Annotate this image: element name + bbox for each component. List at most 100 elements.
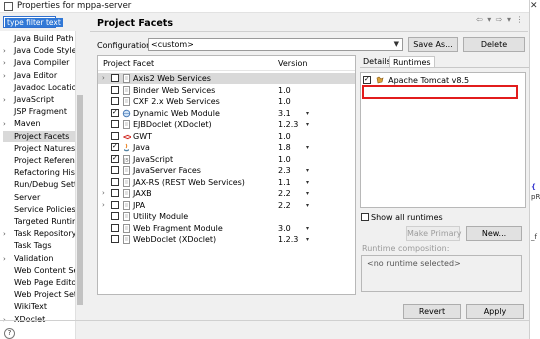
chevron-right-icon[interactable]: › xyxy=(102,188,105,199)
sidebar-item[interactable]: Java Build Path xyxy=(3,33,75,44)
facet-checkbox[interactable] xyxy=(111,223,119,232)
sidebar-item[interactable]: Server xyxy=(3,192,75,203)
facet-version[interactable]: 3.0 xyxy=(278,223,291,234)
facet-checkbox[interactable] xyxy=(111,85,119,94)
facet-version[interactable]: 1.1 xyxy=(278,177,291,188)
configuration-combo[interactable]: <custom> ▼ xyxy=(148,38,403,51)
sidebar-item[interactable]: › Maven xyxy=(3,118,75,129)
chevron-down-icon[interactable]: ▾ xyxy=(306,234,309,245)
facet-checkbox[interactable] xyxy=(111,120,119,128)
filter-input[interactable]: type filter text xyxy=(3,16,63,28)
sidebar-item[interactable]: Service Policies xyxy=(3,204,75,215)
chevron-down-icon[interactable]: ▾ xyxy=(306,188,309,199)
make-primary-button[interactable]: Make Primary xyxy=(406,226,462,241)
sidebar-item[interactable]: › Validation xyxy=(3,253,75,264)
sidebar-item[interactable]: JSP Fragment xyxy=(3,106,75,117)
facet-row[interactable]: › Axis2 Web Services xyxy=(98,73,355,84)
delete-button[interactable]: Delete xyxy=(463,37,525,52)
runtime-checkbox[interactable] xyxy=(363,74,371,84)
facet-row[interactable]: < > GWT 1.0 xyxy=(98,131,355,142)
chevron-right-icon[interactable]: › xyxy=(3,254,14,264)
facet-row[interactable]: › JPA 2.2 ▾ xyxy=(98,200,355,211)
chevron-right-icon[interactable]: › xyxy=(3,58,14,68)
facet-version[interactable]: 1.8 xyxy=(278,142,291,153)
sidebar-item[interactable]: Targeted Runtimes xyxy=(3,216,75,227)
show-all-runtimes-checkbox[interactable]: Show all runtimes xyxy=(361,213,443,222)
facet-row[interactable]: Dynamic Web Module 3.1 ▾ xyxy=(98,107,355,119)
facet-checkbox[interactable] xyxy=(111,235,119,243)
facet-version[interactable]: 2.3 xyxy=(278,165,291,176)
sidebar-item[interactable]: › JavaScript xyxy=(3,94,75,105)
facet-version[interactable]: 2.2 xyxy=(278,200,291,211)
sidebar-item[interactable]: Project References xyxy=(3,155,75,166)
facet-checkbox[interactable] xyxy=(111,189,119,197)
sidebar-item[interactable]: › Java Compiler xyxy=(3,57,75,68)
facet-row[interactable]: Utility Module xyxy=(98,211,355,222)
chevron-down-icon[interactable]: ▾ xyxy=(306,223,309,234)
facet-row[interactable]: JavaServer Faces 2.3 ▾ xyxy=(98,165,355,176)
sidebar-item[interactable]: Project Natures xyxy=(3,143,75,154)
property-page-tree[interactable]: Java Build Path › Java Code Style › Java Com… xyxy=(0,31,78,339)
sidebar-item[interactable]: Web Page Editor xyxy=(3,277,75,288)
facet-checkbox[interactable] xyxy=(111,212,119,220)
save-as-button[interactable]: Save As... xyxy=(408,37,458,52)
facet-row[interactable]: JS JavaScript 1.0 xyxy=(98,153,355,165)
facet-row[interactable]: EJBDoclet (XDoclet) 1.2.3 ▾ xyxy=(98,119,355,130)
chevron-right-icon[interactable]: › xyxy=(102,200,105,211)
facet-version[interactable]: 1.2.3 xyxy=(278,234,298,245)
chevron-down-icon[interactable]: ▾ xyxy=(306,165,309,176)
facet-row[interactable]: WebDoclet (XDoclet) 1.2.3 ▾ xyxy=(98,234,355,245)
chevron-right-icon[interactable]: › xyxy=(3,46,14,56)
chevron-right-icon[interactable]: › xyxy=(102,73,105,84)
chevron-down-icon[interactable]: ▾ xyxy=(306,177,309,188)
navigation-arrows-icon[interactable]: ⇦ ▾ ⇨ ▾ ⋮ xyxy=(476,15,525,24)
facet-version[interactable]: 3.1 xyxy=(278,108,291,119)
facet-row[interactable]: CXF 2.x Web Services 1.0 xyxy=(98,96,355,107)
show-all-checkbox-box[interactable] xyxy=(361,213,369,221)
chevron-right-icon[interactable]: › xyxy=(3,119,14,129)
facet-row[interactable]: Web Fragment Module 3.0 ▾ xyxy=(98,223,355,234)
facet-checkbox[interactable] xyxy=(111,74,119,82)
chevron-right-icon[interactable]: › xyxy=(3,229,14,239)
sidebar-item[interactable]: Refactoring History xyxy=(3,167,75,178)
facet-checkbox[interactable] xyxy=(111,131,119,140)
tree-scrollbar-thumb[interactable] xyxy=(77,95,83,305)
sidebar-item[interactable]: › Task Repository xyxy=(3,228,75,239)
sidebar-item[interactable]: › Java Code Style xyxy=(3,45,75,56)
facet-version[interactable]: 1.2.3 xyxy=(278,119,298,130)
facet-checkbox[interactable] xyxy=(111,177,119,186)
facet-row[interactable]: › JAXB 2.2 ▾ xyxy=(98,188,355,199)
sidebar-item[interactable]: Task Tags xyxy=(3,240,75,251)
chevron-down-icon[interactable]: ▾ xyxy=(306,200,309,211)
column-header-facet[interactable]: Project Facet xyxy=(103,59,154,68)
facet-checkbox[interactable] xyxy=(111,153,119,163)
sidebar-item[interactable]: Web Content Settings xyxy=(3,265,75,276)
column-header-version[interactable]: Version xyxy=(278,59,307,68)
facet-row[interactable]: Binder Web Services 1.0 xyxy=(98,85,355,96)
help-icon[interactable]: ? xyxy=(4,328,15,339)
apply-button[interactable]: Apply xyxy=(466,304,524,319)
chevron-right-icon[interactable]: › xyxy=(3,95,14,105)
facet-checkbox[interactable] xyxy=(111,200,119,209)
new-runtime-button[interactable]: New... xyxy=(466,226,522,241)
sidebar-item[interactable]: › Java Editor xyxy=(3,70,75,81)
chevron-down-icon[interactable]: ▾ xyxy=(306,108,309,119)
sidebar-item[interactable]: Web Project Settings xyxy=(3,289,75,300)
sidebar-item[interactable]: WikiText xyxy=(3,301,75,312)
facet-version[interactable]: 2.2 xyxy=(278,188,291,199)
sidebar-item[interactable]: Javadoc Location xyxy=(3,82,75,93)
sidebar-item[interactable]: Run/Debug Settings xyxy=(3,179,75,190)
close-icon[interactable]: ✕ xyxy=(530,1,538,11)
facet-row[interactable]: JAX-RS (REST Web Services) 1.1 ▾ xyxy=(98,177,355,188)
chevron-down-icon[interactable]: ▾ xyxy=(306,142,309,153)
facet-row[interactable]: Java 1.8 ▾ xyxy=(98,141,355,153)
facet-checkbox[interactable] xyxy=(111,97,119,105)
chevron-right-icon[interactable]: › xyxy=(3,71,14,81)
facet-checkbox[interactable] xyxy=(111,141,119,151)
tree-scrollbar[interactable] xyxy=(75,31,84,339)
chevron-down-icon[interactable]: ▾ xyxy=(306,119,309,130)
revert-button[interactable]: Revert xyxy=(403,304,461,319)
facet-checkbox[interactable] xyxy=(111,107,119,117)
sidebar-item[interactable]: Project Facets xyxy=(3,130,75,142)
facet-checkbox[interactable] xyxy=(111,166,119,174)
